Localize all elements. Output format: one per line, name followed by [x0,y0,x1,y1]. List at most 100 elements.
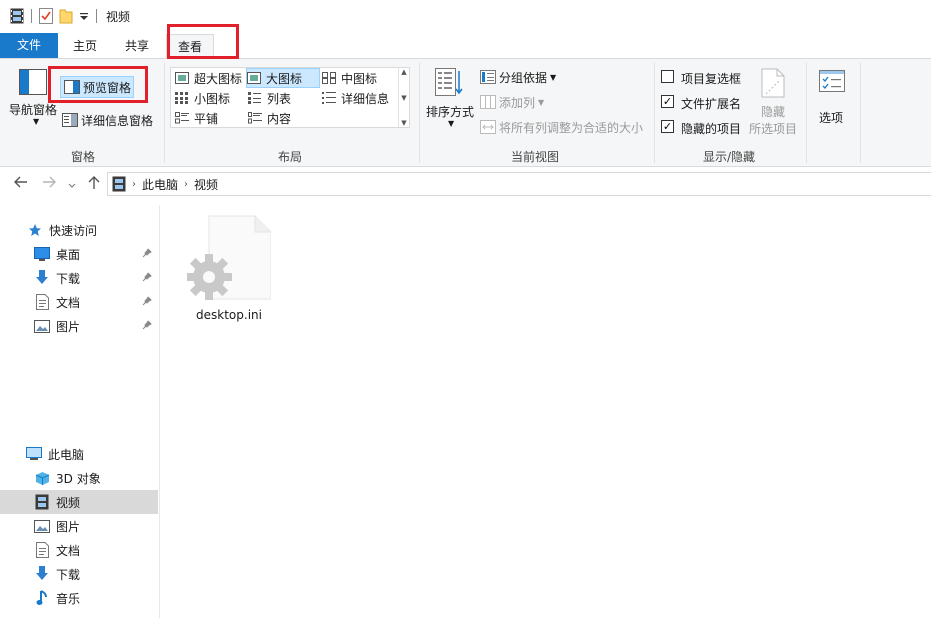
desktop-icon [34,246,50,262]
navigation-pane-icon [19,69,47,95]
nav-item-music[interactable]: 音乐 [0,586,158,610]
nav-item-pc-documents[interactable]: 文档 [0,538,158,562]
chevron-down-icon: ▼ [448,119,455,128]
film-icon [112,176,126,192]
layout-content[interactable]: 内容 [248,108,291,128]
tab-share[interactable]: 共享 [112,34,162,59]
hidden-items-toggle[interactable]: ✓ 隐藏的项目 [661,119,751,137]
nav-item-3d-objects[interactable]: 3D 对象 [0,466,158,490]
nav-item-pc-pictures[interactable]: 图片 [0,514,158,538]
hide-selected-label-1: 隐藏 [761,105,786,119]
sort-by-label: 排序方式 [426,105,475,119]
chevron-down-icon: ▼ [550,72,557,82]
film-icon [34,494,50,510]
address-row: › 此电脑 › 视频 [0,171,931,198]
layout-large-icons[interactable]: 大图标 [246,68,320,88]
group-by-button[interactable]: 分组依据 ▼ [480,67,556,87]
layout-list[interactable]: 列表 [248,88,291,108]
large-icons-icon [247,72,261,84]
forward-arrow-icon[interactable] [42,176,56,192]
file-extensions-checkbox[interactable]: ✓ [661,95,674,108]
scroll-down-icon[interactable]: ▼ [401,94,406,102]
add-columns-button[interactable]: 添加列 ▼ [480,92,544,112]
hidden-items-checkbox[interactable]: ✓ [661,120,674,133]
small-icons-icon [175,92,189,104]
medium-icons-icon [322,72,336,84]
layout-medium-icons[interactable]: 中图标 [322,68,377,88]
item-checkboxes-label: 项目复选框 [681,72,742,86]
layout-tiles[interactable]: 平铺 [175,108,218,128]
nav-quick-access[interactable]: 快速访问 [0,218,158,242]
breadcrumb-videos[interactable]: 视频 [194,176,218,193]
nav-item-videos[interactable]: 视频 [0,490,158,514]
item-checkboxes-toggle[interactable]: 项目复选框 [661,69,751,87]
navigation-pane: 快速访问 桌面 下载 文档 图片 此电脑 3D 对象 视频 图片 文档 下载 音… [0,205,160,618]
tab-home[interactable]: 主页 [62,34,108,59]
tab-view-highlight [167,24,239,59]
star-icon [27,222,43,238]
nav-item-pc-downloads[interactable]: 下载 [0,562,158,586]
nav-pane-label: 导航窗格 [9,103,58,117]
breadcrumb-chevron-icon[interactable]: › [132,179,136,190]
film-icon [10,8,24,24]
sort-by-button[interactable]: 排序方式 ▼ [424,65,476,129]
back-arrow-icon[interactable] [14,176,28,192]
customize-quick-access-icon[interactable] [79,11,89,21]
sort-by-icon [435,68,463,96]
list-icon [248,92,262,104]
group-label-layout: 布局 [277,150,302,164]
file-item[interactable]: desktop.ini [177,215,281,322]
breadcrumb-this-pc[interactable]: 此电脑 [142,176,178,193]
breadcrumb-chevron-icon[interactable]: › [184,179,188,190]
tiles-icon [175,112,189,124]
options-icon [819,70,845,92]
nav-item-documents[interactable]: 文档 [0,290,158,314]
scroll-up-icon[interactable]: ▲ [401,68,406,76]
size-all-columns-button[interactable]: 将所有列调整为合适的大小 [480,117,643,137]
music-note-icon [34,590,50,606]
new-folder-icon[interactable] [59,8,73,24]
add-columns-icon [480,95,496,109]
size-all-columns-label: 将所有列调整为合适的大小 [499,120,644,135]
pin-icon[interactable] [142,295,152,309]
nav-this-pc[interactable]: 此电脑 [0,442,158,466]
pin-icon[interactable] [142,271,152,285]
pin-icon[interactable] [142,247,152,261]
chevron-down-icon: ▼ [33,117,40,126]
nav-item-downloads[interactable]: 下载 [0,266,158,290]
nav-item-desktop[interactable]: 桌面 [0,242,158,266]
file-name: desktop.ini [196,308,262,322]
document-icon [34,294,50,310]
layout-small-icons[interactable]: 小图标 [175,88,230,108]
options-button[interactable]: 选项 [812,65,852,137]
pin-icon[interactable] [142,319,152,333]
layout-details[interactable]: 详细信息 [322,88,389,108]
layout-extra-large-icons[interactable]: 超大图标 [175,68,242,88]
properties-icon[interactable] [39,8,53,24]
hide-selected-button[interactable]: 隐藏 所选项目 [746,65,802,137]
expand-gallery-icon[interactable]: ▼ [401,119,406,127]
item-checkboxes-checkbox[interactable] [661,70,674,83]
ribbon: 导航窗格 ▼ 预览窗格 详细信息窗格 窗格 超大图标 大图标 中图标 小图标 列… [0,59,931,167]
nav-item-pictures[interactable]: 图片 [0,314,158,338]
recent-locations-icon[interactable] [68,178,76,193]
file-extensions-label: 文件扩展名 [681,97,742,111]
window-title: 视频 [106,9,131,24]
preview-pane-highlight [48,66,148,103]
hidden-items-label: 隐藏的项目 [681,122,742,136]
file-list: desktop.ini [161,205,931,618]
layout-gallery: 超大图标 大图标 中图标 小图标 列表 详细信息 平铺 内容 ▲ ▼ ▼ [170,67,410,128]
add-columns-label: 添加列 [499,95,536,110]
layout-gallery-scrollbar[interactable]: ▲ ▼ ▼ [398,68,409,127]
file-extensions-toggle[interactable]: ✓ 文件扩展名 [661,94,751,112]
group-separator [860,63,861,163]
address-bar[interactable]: › 此电脑 › 视频 [107,172,931,196]
pictures-icon [34,518,50,534]
cube-icon [34,470,50,486]
extra-large-icons-icon [175,72,189,84]
group-separator [654,63,655,163]
tab-file[interactable]: 文件 [0,33,58,58]
details-icon [322,92,336,104]
details-pane-button[interactable]: 详细信息窗格 [62,110,158,130]
up-arrow-icon[interactable] [88,176,100,194]
